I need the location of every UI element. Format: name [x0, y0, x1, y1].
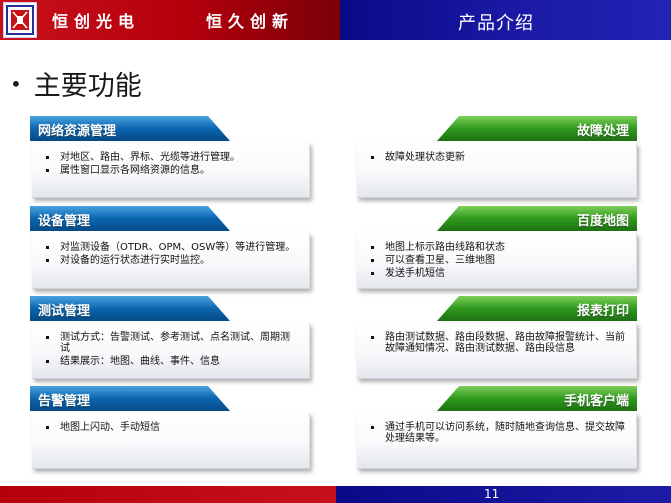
tab-fault-handling: 故障处理 [437, 116, 637, 141]
list-item: 对设备的运行状态进行实时监控。 [46, 255, 299, 266]
section-title: 网络资源管理 [38, 124, 117, 139]
page-number: 11 [484, 487, 500, 501]
company-name: 恒创光电 [52, 12, 141, 31]
header-title: 产品介绍 [458, 13, 534, 34]
list-item: 通过手机可以访问系统，随时随地查询信息、提交故障处理结果等。 [371, 422, 625, 444]
tab-baidu-map: 百度地图 [437, 206, 637, 231]
tab-report-printing: 报表打印 [437, 296, 637, 321]
slide-header: 恒创光电 恒久创新 产品介绍 [0, 0, 671, 40]
list-item: 发送手机短信 [371, 268, 626, 279]
section-box-network: 对地区、路由、界标、光缆等进行管理。 属性窗口显示各网络资源的信息。 [32, 143, 310, 198]
list-item: 故障处理状态更新 [371, 152, 626, 163]
tab-test-management: 测试管理 [30, 296, 230, 321]
tab-alarm-management: 告警管理 [30, 386, 230, 411]
section-box-mobile: 通过手机可以访问系统，随时随地查询信息、提交故障处理结果等。 [357, 413, 637, 469]
footer-blue-band [336, 486, 671, 503]
section-box-report: 路由测试数据、路由段数据、路由故障报警统计、当前故障通知情况、路由测试数据、路由… [357, 323, 637, 379]
tab-mobile-client: 手机客户端 [437, 386, 637, 411]
section-title: 报表打印 [576, 304, 629, 319]
section-box-map: 地图上标示路由线路和状态 可以查看卫星、三维地图 发送手机短信 [357, 233, 637, 289]
list-item: 对地区、路由、界标、光缆等进行管理。 [46, 152, 299, 163]
list-item: 结果展示：地图、曲线、事件、信息 [46, 356, 299, 367]
list-item: 路由测试数据、路由段数据、路由故障报警统计、当前故障通知情况、路由测试数据、路由… [371, 332, 625, 354]
company-slogan: 恒久创新 [206, 12, 295, 31]
section-box-alarm: 地图上闪动、手动短信 [32, 413, 310, 469]
section-title: 告警管理 [38, 394, 91, 409]
title-bullet: • [10, 72, 22, 96]
page-title: • 主要功能 [10, 64, 142, 103]
page-title-text: 主要功能 [33, 71, 142, 102]
tab-device-management: 设备管理 [30, 206, 230, 231]
section-title: 手机客户端 [563, 394, 629, 409]
tab-network-resource-management: 网络资源管理 [30, 116, 230, 141]
logo-icon [6, 5, 34, 35]
section-box-fault: 故障处理状态更新 [357, 143, 637, 198]
section-box-device: 对监测设备（OTDR、OPM、OSW等）等进行管理。 对设备的运行状态进行实时监… [32, 233, 310, 289]
footer-red-band [0, 486, 336, 503]
list-item: 地图上标示路由线路和状态 [371, 242, 626, 253]
list-item: 属性窗口显示各网络资源的信息。 [46, 165, 299, 176]
company-logo [3, 2, 37, 38]
list-item: 地图上闪动、手动短信 [46, 422, 299, 433]
section-title: 百度地图 [576, 214, 629, 229]
slide-footer: 11 [0, 486, 671, 503]
section-title: 设备管理 [38, 214, 91, 229]
section-title: 故障处理 [576, 124, 629, 139]
list-item: 可以查看卫星、三维地图 [371, 255, 626, 266]
section-box-test: 测试方式：告警测试、参考测试、点名测试、周期测试 结果展示：地图、曲线、事件、信… [32, 323, 310, 379]
list-item: 测试方式：告警测试、参考测试、点名测试、周期测试 [46, 332, 299, 354]
section-title: 测试管理 [38, 304, 91, 319]
list-item: 对监测设备（OTDR、OPM、OSW等）等进行管理。 [46, 242, 299, 253]
